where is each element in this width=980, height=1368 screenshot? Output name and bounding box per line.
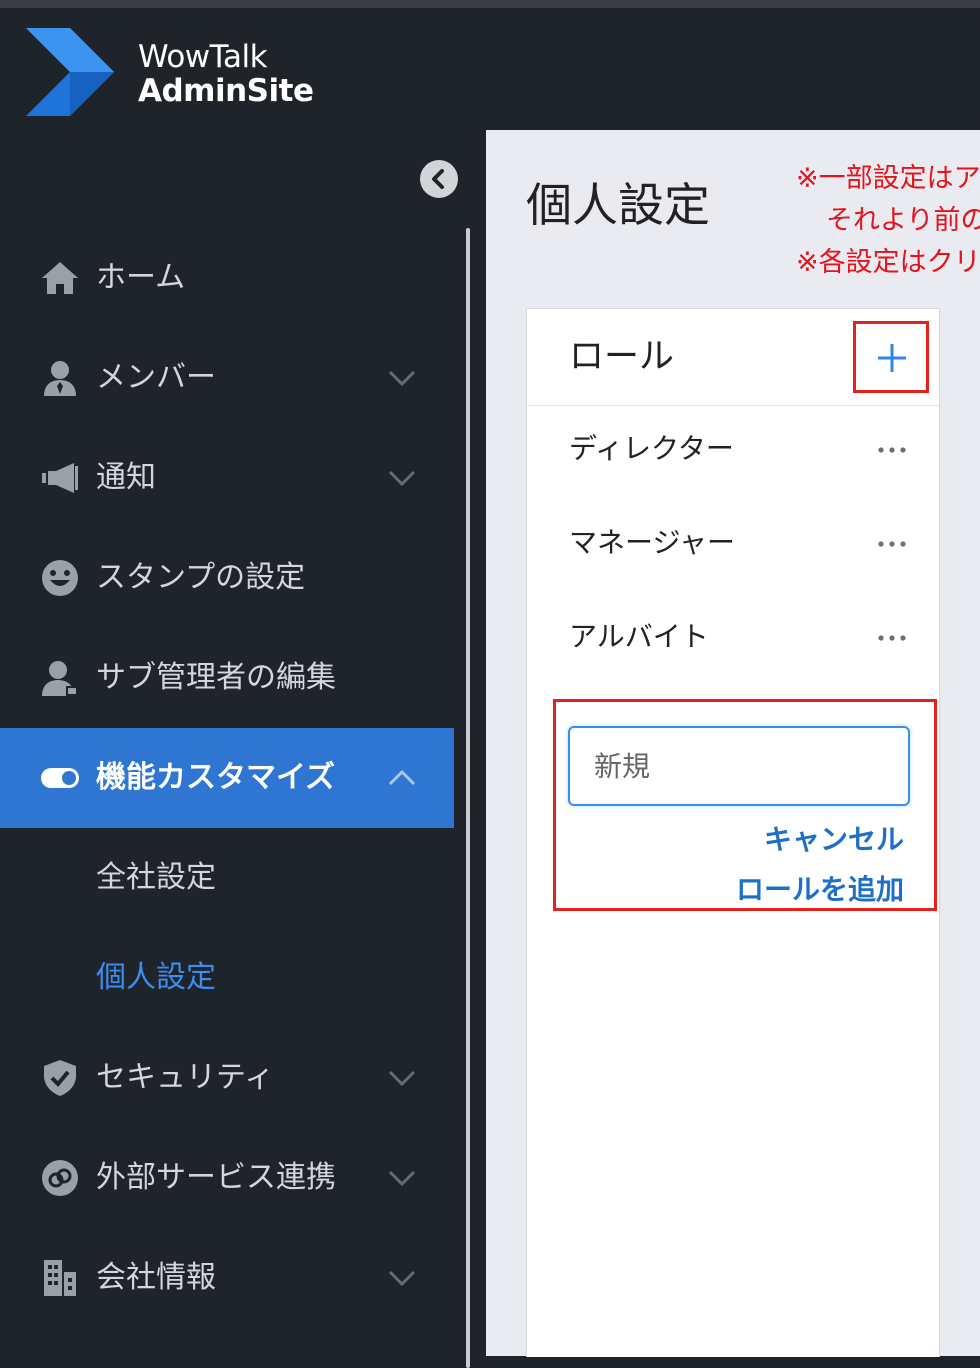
sidebar-item-label: 外部サービス連携 (96, 1160, 336, 1195)
building-icon (44, 1260, 76, 1296)
sidebar-item-label: メンバー (96, 360, 216, 395)
sidebar-subitem-company-settings[interactable]: 全社設定 (0, 828, 454, 928)
sidebar-item-label: 通知 (96, 460, 156, 495)
chevron-up-icon (388, 769, 416, 786)
role-name: マネージャー (569, 526, 736, 559)
settings-notice: ※一部設定はア それより前の ※各設定はクリ (796, 158, 980, 284)
shield-icon (44, 1060, 76, 1096)
sub-admin-icon (42, 661, 78, 696)
sidebar-item-label: 機能カスタマイズ (96, 760, 336, 795)
sidebar-subitem-label: 個人設定 (96, 960, 216, 995)
main-content: 個人設定 ※一部設定はア それより前の ※各設定はクリ ロール ディレクター マ… (486, 130, 980, 1357)
sidebar-collapse-button[interactable] (420, 160, 458, 198)
wowtalk-logo-icon (26, 28, 114, 116)
sidebar-item-label: ホーム (96, 260, 186, 295)
toggle-icon (41, 768, 79, 788)
megaphone-icon (42, 463, 78, 493)
new-role-input[interactable] (568, 726, 910, 806)
sidebar-item-label: スタンプの設定 (96, 560, 306, 595)
smiley-icon (42, 560, 78, 596)
roles-panel: ロール ディレクター マネージャー アルバイト 新規 キャンセル ロールを追加 (526, 308, 940, 1357)
more-options-icon[interactable] (877, 539, 907, 549)
sidebar-item-stamps[interactable]: スタンプの設定 (0, 528, 454, 628)
role-list-item[interactable]: マネージャー (527, 501, 939, 595)
page-title: 個人設定 (526, 178, 710, 232)
add-role-button[interactable] (853, 321, 929, 393)
app-logo-text: WowTalk AdminSite (138, 39, 314, 109)
logo-line-wowtalk: WowTalk (138, 39, 268, 75)
notice-line: ※一部設定はア (796, 163, 980, 194)
role-name: ディレクター (569, 432, 734, 465)
more-options-icon[interactable] (877, 633, 907, 643)
sidebar-item-label: セキュリティ (96, 1060, 275, 1095)
home-icon (42, 262, 78, 294)
app-header: WowTalk AdminSite (0, 8, 980, 130)
sidebar-item-external-services[interactable]: 外部サービス連携 (0, 1128, 454, 1228)
cancel-button[interactable]: キャンセル (764, 818, 904, 858)
role-name: アルバイト (569, 620, 709, 653)
plus-icon (878, 344, 906, 372)
sidebar-subitem-personal-settings[interactable]: 個人設定 (0, 928, 454, 1028)
add-role-submit-button[interactable]: ロールを追加 (736, 868, 904, 908)
chevron-left-icon (432, 169, 444, 189)
sidebar-scrollbar[interactable] (466, 228, 470, 1368)
roles-panel-header: ロール (527, 309, 939, 406)
member-icon (44, 361, 76, 396)
sidebar-item-home[interactable]: ホーム (0, 228, 454, 328)
role-list-item[interactable]: ディレクター (527, 407, 939, 501)
sidebar-item-label: 会社情報 (96, 1260, 216, 1295)
chevron-down-icon (388, 1170, 416, 1187)
chevron-down-icon (388, 1070, 416, 1087)
sidebar-item-label: サブ管理者の編集 (96, 660, 336, 695)
window-top-bar (0, 0, 980, 8)
role-list-item[interactable]: アルバイト (527, 595, 939, 689)
new-role-form: キャンセル ロールを追加 (553, 699, 937, 911)
sidebar-item-feature-customize[interactable]: 機能カスタマイズ (0, 728, 454, 828)
link-icon (42, 1160, 78, 1196)
sidebar-item-notifications[interactable]: 通知 (0, 428, 454, 528)
chevron-down-icon (388, 1270, 416, 1287)
sidebar-item-sub-admins[interactable]: サブ管理者の編集 (0, 628, 454, 728)
sidebar-item-company-info[interactable]: 会社情報 (0, 1228, 454, 1328)
chevron-down-icon (388, 470, 416, 487)
more-options-icon[interactable] (877, 445, 907, 455)
sidebar-item-security[interactable]: セキュリティ (0, 1028, 454, 1128)
notice-line: ※各設定はクリ (796, 247, 980, 278)
sidebar: ホーム メンバー 通知 スタンプの設定 サブ管理者の編集 機能カスタマイズ 全社… (0, 130, 486, 1368)
logo-line-adminsite: AdminSite (138, 73, 314, 109)
chevron-down-icon (388, 370, 416, 387)
sidebar-item-members[interactable]: メンバー (0, 328, 454, 428)
sidebar-subitem-label: 全社設定 (96, 860, 216, 895)
notice-line: それより前の (826, 205, 980, 236)
roles-panel-title: ロール (569, 337, 675, 377)
